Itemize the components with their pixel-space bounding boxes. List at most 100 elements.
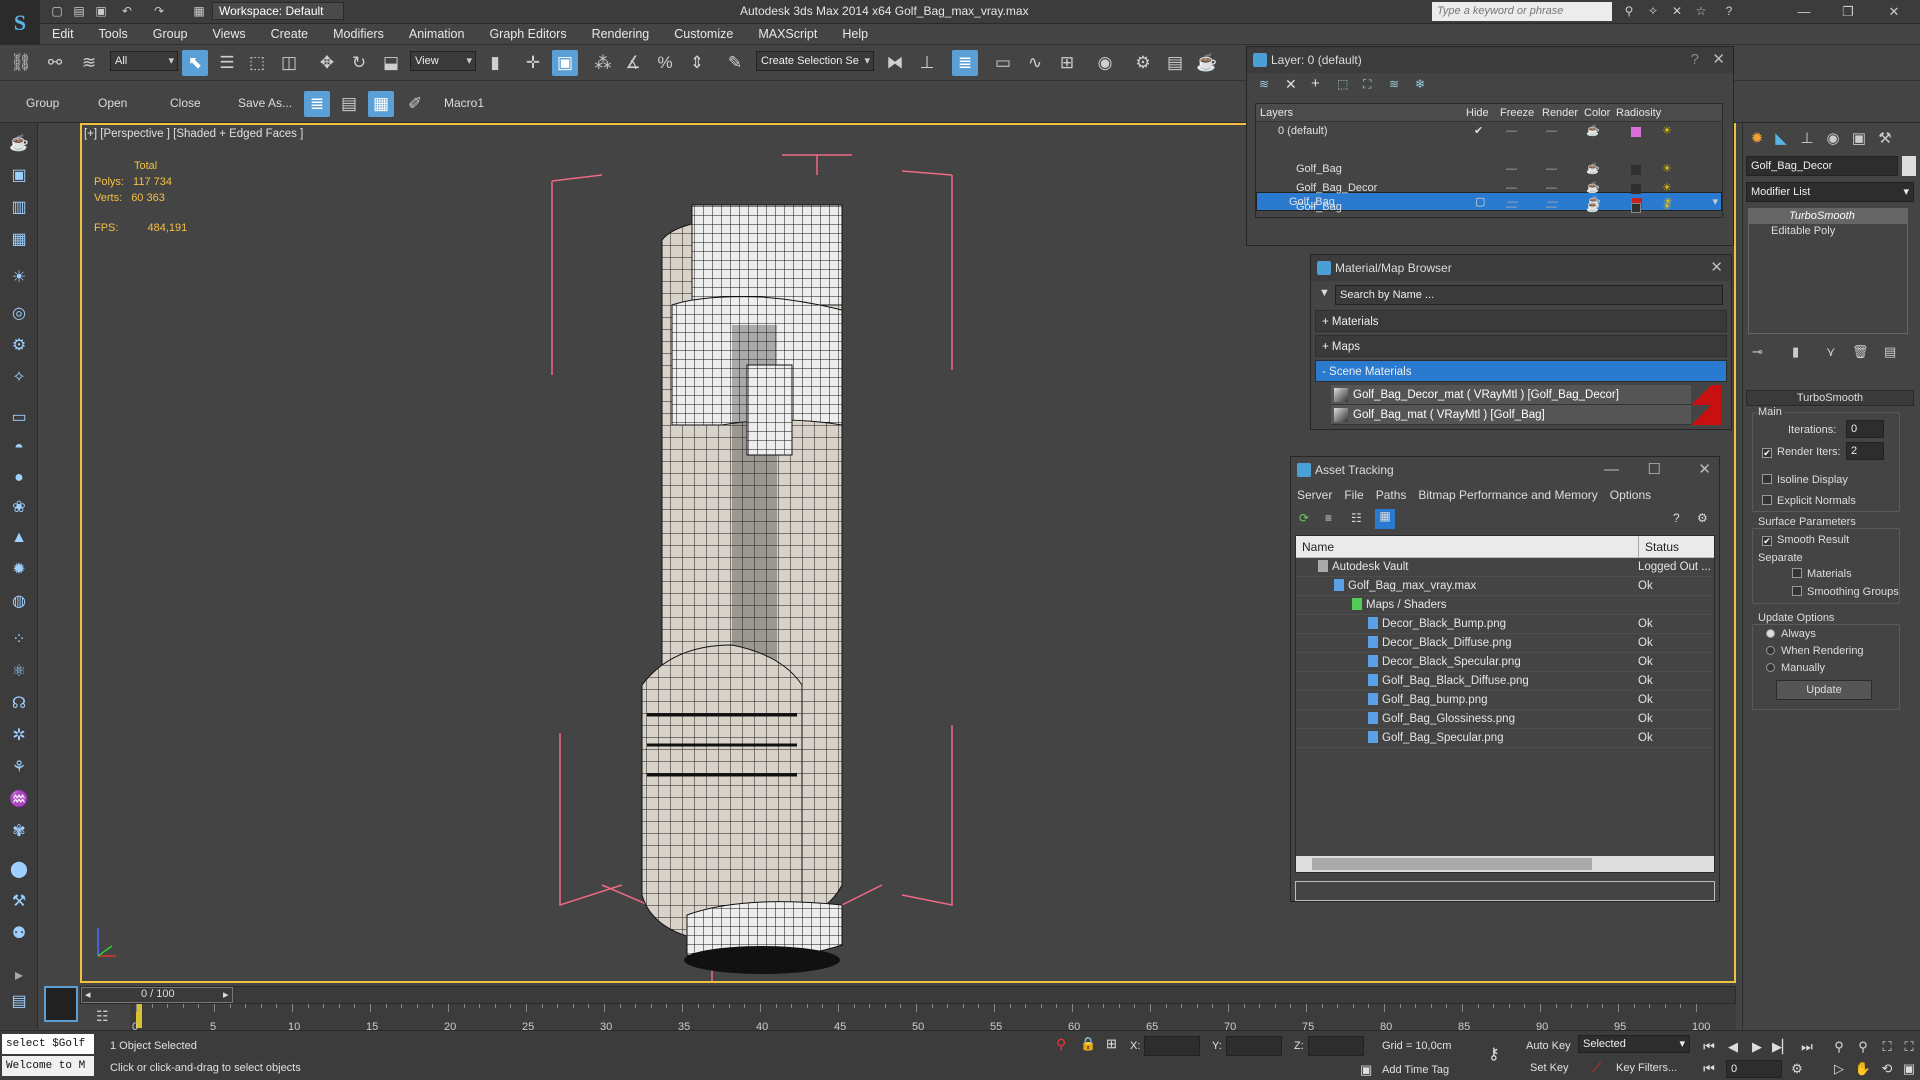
maxscript-listener-input[interactable]: select $Golf	[2, 1034, 94, 1054]
layer-color-swatch[interactable]	[1631, 184, 1641, 194]
add-time-tag-button[interactable]: Add Time Tag	[1382, 1064, 1449, 1076]
helper-icon[interactable]: ⚙	[7, 334, 31, 358]
hf-icon[interactable]: ♒	[7, 788, 31, 812]
percent-snap-icon[interactable]: %	[652, 50, 678, 76]
select-layer-icon[interactable]: ⬚	[1337, 77, 1348, 91]
hide-all-icon[interactable]: ≋	[1389, 77, 1399, 91]
set-keys-icon[interactable]: ⟋	[1592, 1060, 1601, 1076]
col-radiosity[interactable]: Radiosity	[1616, 104, 1661, 122]
fov-icon[interactable]: ▷	[1830, 1060, 1848, 1078]
separate-materials-checkbox[interactable]	[1792, 568, 1802, 578]
asset-menu-file[interactable]: File	[1344, 488, 1363, 502]
modifier-list-dropdown[interactable]: Modifier List ▾	[1746, 182, 1914, 202]
teapot-icon[interactable]: ☕	[7, 132, 31, 156]
snap-toggle-icon[interactable]: ⁂	[590, 50, 616, 76]
menu-tools[interactable]: Tools	[87, 24, 141, 41]
asset-settings-icon[interactable]: ⚙	[1697, 511, 1708, 525]
render-toggle-icon[interactable]: ☕	[1586, 198, 1600, 217]
script-icon[interactable]: ▤	[7, 990, 31, 1014]
time-slider[interactable]: ◂ 0 / 100 ▸	[80, 986, 1736, 1004]
set-key-button[interactable]: Set Key	[1530, 1062, 1569, 1074]
make-unique-icon[interactable]: ⋎	[1826, 344, 1836, 360]
workspace-dropdown[interactable]: Workspace: Default	[212, 2, 344, 20]
fur-icon[interactable]: ✾	[7, 820, 31, 844]
material-editor-icon[interactable]: ◉	[1092, 50, 1118, 76]
object-color-swatch[interactable]	[1902, 156, 1916, 176]
smooth-result-checkbox[interactable]: ✔	[1762, 536, 1772, 546]
col-color[interactable]: Color	[1584, 104, 1610, 122]
asset-row[interactable]: Golf_Bag_bump.png Ok	[1296, 691, 1714, 710]
new-file-icon[interactable]: ▢	[48, 2, 66, 20]
grid-icon[interactable]: ▥	[7, 196, 31, 220]
layer-manager-icon[interactable]: ≣	[952, 50, 978, 76]
goto-start-icon[interactable]: ⏮	[1700, 1038, 1718, 1056]
current-frame-field[interactable]: 0	[1726, 1060, 1782, 1078]
layer-color-swatch[interactable]	[1631, 165, 1641, 175]
zoom-icon[interactable]: ⚲	[1830, 1038, 1848, 1056]
asset-row[interactable]: Decor_Black_Bump.png Ok	[1296, 615, 1714, 634]
asset-help-icon[interactable]: ?	[1673, 511, 1680, 525]
link-icon[interactable]: ⛓	[8, 50, 34, 76]
delete-layer-icon[interactable]: ✕	[1285, 76, 1297, 93]
mini-listener-toggle[interactable]	[44, 986, 78, 1022]
scrollbar-thumb[interactable]	[1312, 858, 1592, 870]
update-button[interactable]: Update	[1776, 680, 1872, 700]
search-input[interactable]: Type a keyword or phrase	[1432, 2, 1612, 21]
ribbon-tool1-icon[interactable]: ≣	[304, 91, 330, 117]
isolate-icon[interactable]: ⚲	[1056, 1036, 1066, 1053]
asset-row[interactable]: Golf_Bag_Specular.png Ok	[1296, 729, 1714, 748]
edit-named-selection-icon[interactable]: ✎	[722, 50, 748, 76]
key-filters-button[interactable]: Key Filters...	[1616, 1062, 1677, 1074]
stack-item-editable-poly[interactable]: Editable Poly	[1749, 224, 1907, 239]
communication-icon[interactable]: ✕	[1668, 2, 1686, 20]
layer-row[interactable]: Golf_Bag_Decor — — ☕ ☀	[1256, 179, 1722, 198]
isoline-checkbox[interactable]	[1762, 474, 1772, 484]
layer-close-icon[interactable]: ✕	[1712, 47, 1725, 73]
menu-create[interactable]: Create	[259, 24, 322, 41]
layer-dialog-header[interactable]: Layer: 0 (default)? ✕	[1247, 47, 1733, 73]
material-search-input[interactable]: Search by Name ...	[1335, 285, 1723, 305]
highlight-layer-icon[interactable]: ⛶	[1363, 77, 1371, 92]
curve-editor-icon[interactable]: ∿	[1022, 50, 1048, 76]
render-toggle-icon[interactable]: ☕	[1586, 122, 1600, 141]
refresh-icon[interactable]: ⟳	[1299, 511, 1309, 525]
asset-row[interactable]: Golf_Bag_Glossiness.png Ok	[1296, 710, 1714, 729]
asset-maximize-icon[interactable]: ☐	[1648, 457, 1661, 483]
time-config-icon[interactable]: ⚙	[1788, 1060, 1806, 1078]
spinner-snap-icon[interactable]: ⇕	[684, 50, 710, 76]
manually-radio[interactable]	[1766, 663, 1775, 672]
radiosity-icon[interactable]: ☀	[1662, 122, 1672, 141]
layer-color-swatch[interactable]	[1631, 203, 1641, 213]
freeze-toggle[interactable]: —	[1546, 122, 1557, 141]
select-manipulate-icon[interactable]: ✛	[520, 50, 546, 76]
light-icon[interactable]: ☀	[7, 266, 31, 290]
zoom-all-icon[interactable]: ⚲	[1854, 1038, 1872, 1056]
render-icon[interactable]: ☕	[1194, 50, 1220, 76]
asset-path-field[interactable]	[1295, 881, 1715, 901]
subscription-icon[interactable]: ✧	[1644, 2, 1662, 20]
window-crossing-icon[interactable]: ◫	[276, 50, 302, 76]
align-icon[interactable]: ⊥	[914, 50, 940, 76]
hierarchy-tab-icon[interactable]: ⊥	[1796, 128, 1818, 150]
render-iters-spinner[interactable]: 2	[1846, 442, 1884, 460]
pan-icon[interactable]: ✋	[1854, 1060, 1872, 1078]
render-tool-icon[interactable]: ⚉	[7, 922, 31, 946]
ribbon-tool2-icon[interactable]: ▤	[336, 91, 362, 117]
pivot-center-icon[interactable]: ▮	[482, 50, 508, 76]
asset-row[interactable]: Golf_Bag_max_vray.max Ok	[1296, 577, 1714, 596]
browser-options-icon[interactable]: ▼	[1319, 287, 1330, 299]
undo-icon[interactable]: ↶	[118, 2, 136, 20]
named-selection-dropdown[interactable]: Create Selection Se	[756, 51, 874, 71]
menu-edit[interactable]: Edit	[40, 24, 87, 41]
menu-rendering[interactable]: Rendering	[580, 24, 663, 41]
render-iters-checkbox[interactable]: ✔	[1762, 448, 1772, 458]
object-name-field[interactable]: Golf_Bag_Decor	[1746, 156, 1898, 176]
list-view-icon[interactable]: ≡	[1325, 511, 1332, 525]
expand-arrow-icon[interactable]: ▸	[7, 964, 31, 988]
menu-help[interactable]: Help	[830, 24, 881, 41]
menu-animation[interactable]: Animation	[397, 24, 478, 41]
minimize-button[interactable]: —	[1792, 2, 1816, 22]
hide-toggle[interactable]: —	[1506, 122, 1517, 141]
freeze-all-icon[interactable]: ❄	[1415, 77, 1425, 91]
move-icon[interactable]: ✥	[314, 50, 340, 76]
